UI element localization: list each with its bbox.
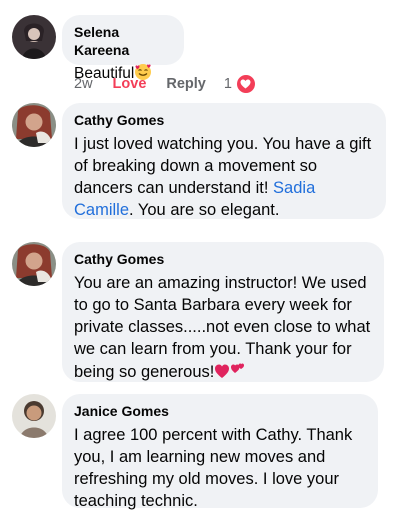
avatar[interactable] — [12, 103, 56, 147]
comment-author[interactable]: Cathy Gomes — [74, 250, 372, 268]
comment-cathy-1: Cathy Gomes I just loved watching you. Y… — [0, 100, 400, 225]
reply-button[interactable]: Reply — [166, 76, 206, 92]
comment-author[interactable]: Cathy Gomes — [74, 111, 374, 129]
love-button[interactable]: Love — [113, 76, 147, 92]
comment-janice: Janice Gomes I agree 100 percent with Ca… — [0, 392, 400, 517]
comment-bubble: Selena Kareena Beautiful — [62, 15, 184, 82]
comment-cathy-2: Cathy Gomes You are an amazing instructo… — [0, 240, 400, 385]
two-hearts-icon — [214, 360, 246, 386]
reaction-count-number: 1 — [223, 76, 232, 92]
avatar[interactable] — [12, 394, 56, 438]
timestamp[interactable]: 2w — [74, 76, 93, 92]
comment-bubble: Cathy Gomes You are an amazing instructo… — [62, 242, 384, 382]
comment-bubble: Janice Gomes I agree 100 percent with Ca… — [62, 394, 378, 510]
comment-selena: Selena Kareena Beautiful 2w Love Reply 1 — [0, 0, 400, 100]
comment-author[interactable]: Selena Kareena — [74, 23, 172, 59]
comment-actions: 2w Love Reply 1 — [74, 73, 257, 95]
comment-text: You are an amazing instructor! We used t… — [74, 272, 372, 386]
comment-author[interactable]: Janice Gomes — [74, 402, 366, 420]
reaction-count[interactable]: 1 — [224, 73, 257, 95]
love-reaction-icon — [234, 73, 257, 95]
avatar[interactable] — [12, 15, 56, 59]
avatar[interactable] — [12, 242, 56, 286]
comment-text: I agree 100 percent with Cathy. Thank yo… — [74, 426, 353, 510]
comment-text: I just loved watching you. You have a gi… — [74, 135, 372, 219]
comment-bubble: Cathy Gomes I just loved watching you. Y… — [62, 103, 386, 219]
